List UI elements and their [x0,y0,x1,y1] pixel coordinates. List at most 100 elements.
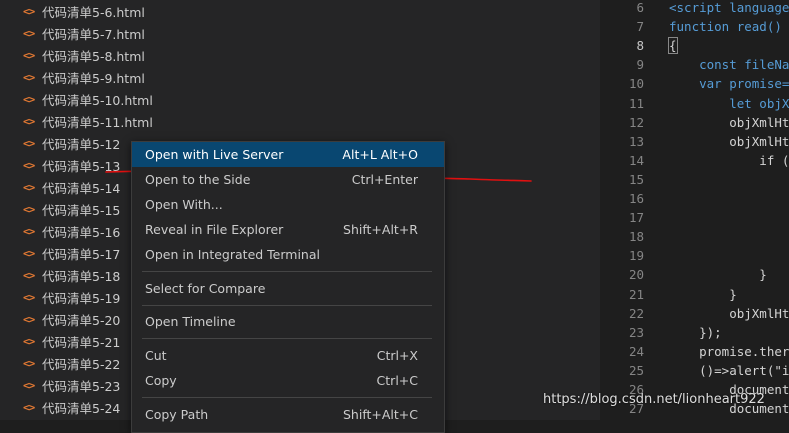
file-item[interactable]: <> 代码清单5-6.html [0,0,600,22]
code-line: 9 const fileNa [600,57,789,76]
html-file-icon: <> [23,246,35,260]
menu-item-label: Open to the Side [145,172,251,187]
menu-item-shortcut: Ctrl+C [376,373,418,388]
menu-item-shortcut: Alt+L Alt+O [342,147,418,162]
line-number: 9 [636,57,644,73]
menu-item-label: Select for Compare [145,281,266,296]
html-file-icon: <> [23,4,35,18]
code-text: ()=>alert("i [669,362,789,378]
file-item[interactable]: <> 代码清单5-11.html [0,110,600,132]
line-number: 6 [636,0,644,15]
file-name: 代码清单5-19 [42,290,121,306]
line-number: 23 [628,324,644,340]
html-file-icon: <> [23,26,35,40]
file-name: 代码清单5-16 [42,224,121,240]
line-number: 17 [628,210,644,226]
code-text: } [669,286,737,302]
line-number: 15 [628,171,644,187]
menu-item-open-with[interactable]: Open With... [132,192,444,217]
code-line: 18 [600,229,789,248]
code-text: objXmlHt [669,114,789,130]
menu-separator [142,338,432,339]
menu-separator [142,305,432,306]
html-file-icon: <> [23,202,35,216]
code-line: 19 [600,248,789,267]
menu-item-label: Open With... [145,197,223,212]
menu-item-label: Open with Live Server [145,147,284,162]
code-editor[interactable]: 6 <script language 7 function read() 8 {9 con… [600,0,789,420]
line-number: 25 [628,362,644,378]
menu-item-label: Reveal in File Explorer [145,222,284,237]
html-file-icon: <> [23,92,35,106]
menu-item-cut[interactable]: Cut Ctrl+X [132,343,444,368]
code-line: 12 objXmlHt [600,115,789,134]
html-file-icon: <> [23,334,35,348]
html-file-icon: <> [23,312,35,326]
line-number: 19 [628,248,644,264]
html-file-icon: <> [23,224,35,238]
file-item[interactable]: <> 代码清单5-9.html [0,66,600,88]
code-text: function read() [669,19,782,35]
menu-item-label: Open Timeline [145,314,236,329]
context-menu: Open with Live Server Alt+L Alt+O Open t… [131,141,445,433]
file-name: 代码清单5-11.html [42,114,153,130]
menu-item-open-timeline[interactable]: Open Timeline [132,309,444,334]
code-text: promise.ther [669,343,789,359]
menu-item-select-for-compare[interactable]: Select for Compare [132,276,444,301]
code-text: const fileNa [669,57,789,73]
file-name: 代码清单5-21 [42,334,121,350]
code-text: { [668,37,678,55]
html-file-icon: <> [23,158,35,172]
menu-item-copy-path[interactable]: Copy Path Shift+Alt+C [132,402,444,427]
menu-item-open-to-the-side[interactable]: Open to the Side Ctrl+Enter [132,167,444,192]
code-line: 15 [600,172,789,191]
menu-item-label: Cut [145,348,167,363]
html-file-icon: <> [23,70,35,84]
code-text: var promise= [669,76,789,92]
code-line: 6 <script language [600,0,789,19]
code-line: 20 } [600,267,789,286]
menu-item-reveal-in-file-explorer[interactable]: Reveal in File Explorer Shift+Alt+R [132,217,444,242]
code-line: 11 let objX [600,96,789,115]
file-name: 代码清单5-18 [42,268,121,284]
code-line: 10 var promise= [600,76,789,95]
file-name: 代码清单5-15 [42,202,121,218]
code-text: objXmlHt [669,133,789,149]
file-name: 代码清单5-6.html [42,4,145,20]
html-file-icon: <> [23,114,35,128]
line-number: 20 [628,267,644,283]
line-number: 13 [628,133,644,149]
html-file-icon: <> [23,378,35,392]
line-number: 21 [628,286,644,302]
code-line: 17 [600,210,789,229]
line-number: 22 [628,305,644,321]
menu-item-label: Copy [145,373,177,388]
file-name: 代码清单5-17 [42,246,121,262]
file-name: 代码清单5-12 [42,136,121,152]
menu-item-open-in-integrated-terminal[interactable]: Open in Integrated Terminal [132,242,444,267]
code-line: 7 function read() [600,19,789,38]
menu-item-copy[interactable]: Copy Ctrl+C [132,368,444,393]
html-file-icon: <> [23,48,35,62]
code-text: let objX [669,95,789,111]
code-text: }); [669,324,722,340]
file-name: 代码清单5-24 [42,400,121,416]
menu-item-shortcut: Ctrl+Enter [351,172,418,187]
file-item[interactable]: <> 代码清单5-8.html [0,44,600,66]
line-number: 16 [628,191,644,206]
code-line: 25 ()=>alert("i [600,363,789,382]
menu-item-shortcut: Ctrl+X [376,348,418,363]
file-name: 代码清单5-20 [42,312,121,328]
line-number: 8 [636,38,644,54]
line-number: 14 [628,152,644,168]
file-item[interactable]: <> 代码清单5-7.html [0,22,600,44]
file-item[interactable]: <> 代码清单5-10.html [0,88,600,110]
menu-item-shortcut: Shift+Alt+R [343,222,418,237]
menu-item-open-with-live-server[interactable]: Open with Live Server Alt+L Alt+O [132,142,444,167]
file-name: 代码清单5-14 [42,180,121,196]
line-number: 24 [628,343,644,359]
code-text: if ( [669,152,789,168]
code-text: } [669,267,767,283]
code-line: 16 [600,191,789,210]
code-line: 22 objXmlHt [600,306,789,325]
